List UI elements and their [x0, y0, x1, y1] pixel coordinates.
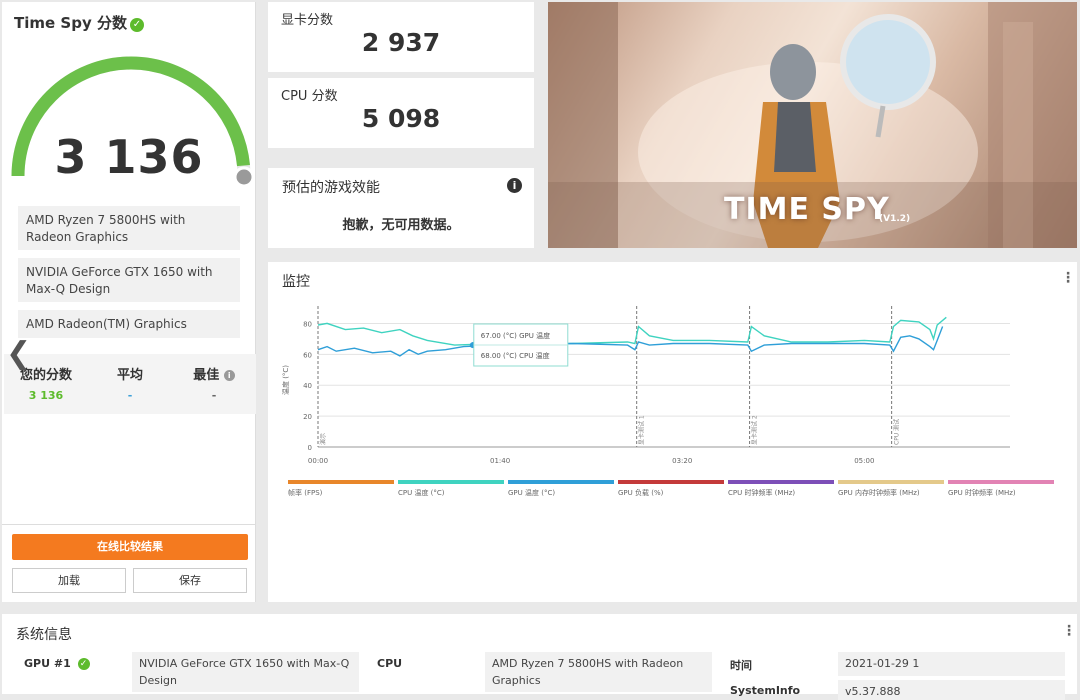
estimate-message: 抱歉，无可用数据。	[342, 218, 460, 233]
monitor-panel: 监控 ⋮ 0 20 40 60 80 温度 (°C) 00:00 01:40 03:20 05:0…	[268, 262, 1077, 602]
panel-divider	[2, 524, 256, 525]
legend-cpu-clock-swatch	[728, 480, 834, 484]
legend-cpu-temp[interactable]: CPU 温度 (°C)	[398, 480, 504, 498]
system-info-panel: 系统信息 ⋮ GPU #1 ✓ NVIDIA GeForce GTX 1650 …	[2, 614, 1077, 700]
compare-online-button[interactable]: 在线比较结果	[12, 534, 248, 560]
info-icon[interactable]: i	[223, 370, 235, 381]
legend-gpu-temp[interactable]: GPU 温度 (°C)	[508, 480, 614, 498]
stat-best-value: -	[211, 389, 217, 402]
legend-cpu-temp-label: CPU 温度 (°C)	[398, 489, 445, 497]
gpu-score-card: 显卡分数 2 937	[268, 2, 534, 72]
time-info-label: 时间	[730, 659, 752, 672]
legend-fps-label: 帧率 (FPS)	[288, 489, 323, 497]
legend-gpu-load-label: GPU 负载 (%)	[618, 489, 664, 497]
hero-mirror	[840, 14, 936, 110]
check-icon: ✓	[129, 18, 144, 32]
stat-average: 平均 -	[90, 364, 170, 402]
system-info-title: 系统信息	[16, 627, 72, 643]
game-estimate-card: 预估的游戏效能 i 抱歉，无可用数据。	[268, 168, 534, 248]
tooltip-cpu-temp: 68.00 (°C) CPU 温度	[481, 351, 550, 360]
score-title: Time Spy 分数 ✓	[14, 12, 144, 33]
x-tick-label: 01:40	[490, 457, 510, 465]
legend-gpu-load-swatch	[618, 480, 724, 484]
hero-character-vest	[774, 102, 816, 172]
gpu-info-label: GPU #1 ✓	[24, 657, 90, 670]
gpu-info-label-text: GPU #1	[24, 657, 71, 670]
cpu-score-card: CPU 分数 5 098	[268, 78, 534, 148]
legend-gpu-clock-label: GPU 时钟频率 (MHz)	[948, 489, 1016, 497]
info-icon[interactable]: i	[507, 178, 522, 193]
hero-version: (V1.2)	[879, 214, 911, 224]
legend-gpu-mem-clock-label: GPU 内存时钟频率 (MHz)	[838, 489, 920, 497]
score-stats: 您的分数 3 136 平均 - 最佳 i -	[4, 354, 256, 414]
y-tick-label: 40	[303, 382, 312, 390]
legend-cpu-clock[interactable]: CPU 时钟频率 (MHz)	[728, 480, 834, 498]
gpu-info-value: NVIDIA GeForce GTX 1650 with Max-Q Desig…	[132, 652, 359, 692]
y-tick-label: 20	[303, 413, 312, 421]
load-button[interactable]: 加载	[12, 568, 126, 593]
y-axis-label: 温度 (°C)	[281, 365, 290, 395]
legend-gpu-clock[interactable]: GPU 时钟频率 (MHz)	[948, 480, 1054, 498]
hardware-item-igpu: AMD Radeon(TM) Graphics	[18, 310, 240, 338]
cpu-info-value: AMD Ryzen 7 5800HS with Radeon Graphics	[485, 652, 712, 692]
stat-yours-value: 3 136	[28, 389, 64, 402]
legend-cpu-temp-swatch	[398, 480, 504, 484]
legend-gpu-temp-label: GPU 温度 (°C)	[508, 489, 556, 497]
time-info-value: 2021-01-29 1	[838, 652, 1065, 676]
stat-average-value: -	[127, 389, 133, 402]
save-button[interactable]: 保存	[133, 568, 247, 593]
hero-character-head	[770, 44, 816, 100]
check-icon: ✓	[77, 658, 90, 670]
cpu-info-label: CPU	[377, 657, 403, 670]
estimate-title: 预估的游戏效能	[282, 180, 380, 196]
legend-gpu-mem-clock[interactable]: GPU 内存时钟频率 (MHz)	[838, 480, 944, 498]
systeminfo-value: v5.37.888	[838, 680, 1065, 700]
phase-marker-label: 显卡测试 2	[751, 415, 759, 445]
x-tick-label: 00:00	[308, 457, 328, 465]
legend-gpu-mem-clock-swatch	[838, 480, 944, 484]
hero-banner: TIME SPY (V1.2)	[548, 2, 1077, 248]
x-tick-label: 05:00	[854, 457, 874, 465]
legend-gpu-load[interactable]: GPU 负载 (%)	[618, 480, 724, 498]
hero-title: TIME SPY	[724, 192, 890, 227]
phase-marker-label: CPU 测试	[893, 419, 901, 445]
stat-best: 最佳 i -	[174, 364, 254, 402]
cpu-score-value: 5 098	[361, 104, 441, 133]
phase-marker-label: 演示	[319, 433, 327, 445]
legend-gpu-temp-swatch	[508, 480, 614, 484]
score-panel: Time Spy 分数 ✓ 3 136 AMD Ryzen 7 5800HS wi…	[2, 2, 256, 602]
prev-arrow-icon[interactable]: ❮	[6, 336, 31, 371]
cpu-score-label: CPU 分数	[281, 89, 338, 104]
legend-gpu-clock-swatch	[948, 480, 1054, 484]
legend-fps-swatch	[288, 480, 394, 484]
more-options-icon[interactable]: ⋮	[1062, 623, 1076, 639]
stat-average-label: 平均	[116, 368, 143, 383]
systeminfo-label: SystemInfo	[730, 684, 801, 697]
stat-best-label-text: 最佳	[193, 368, 220, 383]
phase-marker-label: 显卡测试 1	[638, 415, 646, 445]
gpu-score-label: 显卡分数	[281, 13, 334, 28]
monitor-chart: 0 20 40 60 80 温度 (°C) 00:00 01:40 03:20 05:00 演示 显卡…	[281, 306, 1010, 465]
series-line	[317, 316, 947, 346]
legend-fps[interactable]: 帧率 (FPS)	[288, 480, 394, 498]
y-tick-label: 60	[303, 351, 312, 359]
x-tick-label: 03:20	[672, 457, 692, 465]
y-tick-label: 0	[308, 444, 312, 452]
gpu-score-value: 2 937	[361, 28, 441, 57]
score-title-text: Time Spy 分数	[14, 14, 127, 32]
tooltip-gpu-temp: 67.00 (°C) GPU 温度	[481, 331, 550, 340]
y-tick-label: 80	[303, 320, 312, 328]
hardware-item-gpu: NVIDIA GeForce GTX 1650 with Max-Q Desig…	[18, 258, 240, 302]
stat-best-label: 最佳 i	[174, 364, 254, 383]
legend-cpu-clock-label: CPU 时钟频率 (MHz)	[728, 489, 796, 497]
hardware-item-cpu: AMD Ryzen 7 5800HS with Radeon Graphics	[18, 206, 240, 250]
main-score: 3 136	[54, 130, 204, 184]
